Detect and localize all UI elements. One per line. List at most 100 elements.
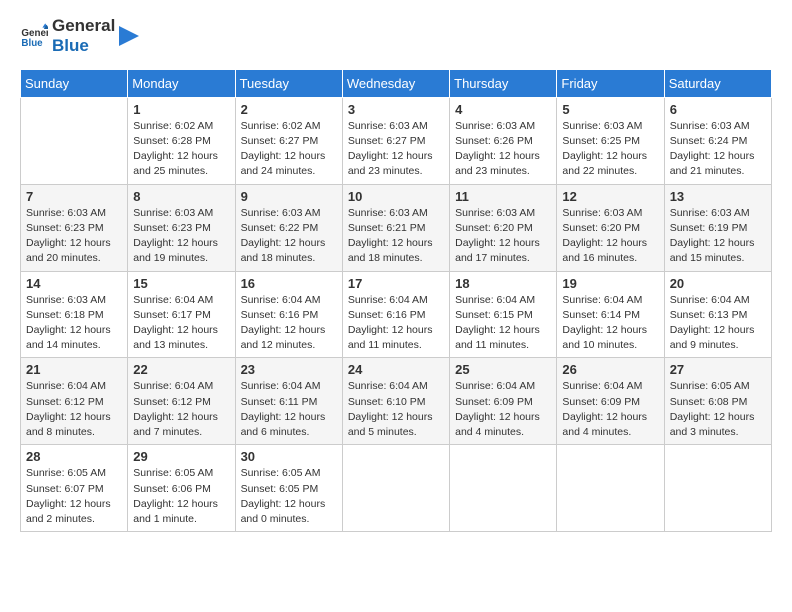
calendar-cell: 21Sunrise: 6:04 AM Sunset: 6:12 PM Dayli… <box>21 358 128 445</box>
calendar-cell: 14 Sunrise: 6:03 AM Sunset: 6:18 PM Dayli… <box>21 271 128 358</box>
weekday-header-cell: Tuesday <box>235 69 342 97</box>
calendar-cell: 8 Sunrise: 6:03 AM Sunset: 6:23 PM Daylig… <box>128 184 235 271</box>
calendar-cell: 18 Sunrise: 6:04 AM Sunset: 6:15 PM Dayli… <box>450 271 557 358</box>
day-info: Sunrise: 6:04 AM Sunset: 6:14 PM Dayligh… <box>562 293 658 354</box>
calendar-cell: 25 Sunrise: 6:04 AM Sunset: 6:09 PM Dayli… <box>450 358 557 445</box>
calendar-cell: 19 Sunrise: 6:04 AM Sunset: 6:14 PM Dayli… <box>557 271 664 358</box>
day-number: 18 <box>455 276 551 291</box>
day-number: 23 <box>241 362 337 377</box>
calendar-cell: 3Sunrise: 6:03 AM Sunset: 6:27 PM Daylig… <box>342 97 449 184</box>
weekday-header-row: SundayMondayTuesdayWednesdayThursdayFrid… <box>21 69 772 97</box>
calendar-cell: 30 Sunrise: 6:05 AM Sunset: 6:05 PM Dayli… <box>235 445 342 532</box>
weekday-header-cell: Saturday <box>664 69 771 97</box>
day-number: 22 <box>133 362 229 377</box>
day-info: Sunrise: 6:05 AM Sunset: 6:05 PM Dayligh… <box>241 466 337 527</box>
calendar-cell: 11 Sunrise: 6:03 AM Sunset: 6:20 PM Dayli… <box>450 184 557 271</box>
weekday-header-cell: Friday <box>557 69 664 97</box>
calendar-cell: 2Sunrise: 6:02 AM Sunset: 6:27 PM Daylig… <box>235 97 342 184</box>
day-number: 29 <box>133 449 229 464</box>
calendar-cell: 12Sunrise: 6:03 AM Sunset: 6:20 PM Dayli… <box>557 184 664 271</box>
day-number: 6 <box>670 102 766 117</box>
calendar-cell: 1Sunrise: 6:02 AM Sunset: 6:28 PM Daylig… <box>128 97 235 184</box>
day-number: 30 <box>241 449 337 464</box>
calendar-week-row: 14 Sunrise: 6:03 AM Sunset: 6:18 PM Dayli… <box>21 271 772 358</box>
day-info: Sunrise: 6:04 AM Sunset: 6:09 PM Dayligh… <box>455 379 551 440</box>
day-info: Sunrise: 6:05 AM Sunset: 6:08 PM Dayligh… <box>670 379 766 440</box>
calendar-cell: 9 Sunrise: 6:03 AM Sunset: 6:22 PM Daylig… <box>235 184 342 271</box>
day-number: 27 <box>670 362 766 377</box>
day-info: Sunrise: 6:03 AM Sunset: 6:23 PM Dayligh… <box>133 206 229 267</box>
day-info: Sunrise: 6:04 AM Sunset: 6:15 PM Dayligh… <box>455 293 551 354</box>
calendar-cell: 6 Sunrise: 6:03 AM Sunset: 6:24 PM Daylig… <box>664 97 771 184</box>
day-number: 14 <box>26 276 122 291</box>
calendar-cell: 5Sunrise: 6:03 AM Sunset: 6:25 PM Daylig… <box>557 97 664 184</box>
day-info: Sunrise: 6:03 AM Sunset: 6:18 PM Dayligh… <box>26 293 122 354</box>
calendar-cell <box>21 97 128 184</box>
day-info: Sunrise: 6:05 AM Sunset: 6:06 PM Dayligh… <box>133 466 229 527</box>
calendar-cell: 13 Sunrise: 6:03 AM Sunset: 6:19 PM Dayli… <box>664 184 771 271</box>
day-info: Sunrise: 6:04 AM Sunset: 6:12 PM Dayligh… <box>133 379 229 440</box>
day-number: 28 <box>26 449 122 464</box>
day-info: Sunrise: 6:03 AM Sunset: 6:21 PM Dayligh… <box>348 206 444 267</box>
logo-icon: General Blue <box>20 22 48 50</box>
calendar-cell: 24Sunrise: 6:04 AM Sunset: 6:10 PM Dayli… <box>342 358 449 445</box>
day-number: 21 <box>26 362 122 377</box>
day-number: 8 <box>133 189 229 204</box>
day-info: Sunrise: 6:03 AM Sunset: 6:24 PM Dayligh… <box>670 119 766 180</box>
day-info: Sunrise: 6:03 AM Sunset: 6:27 PM Dayligh… <box>348 119 444 180</box>
calendar-cell: 4Sunrise: 6:03 AM Sunset: 6:26 PM Daylig… <box>450 97 557 184</box>
day-number: 25 <box>455 362 551 377</box>
weekday-header-cell: Sunday <box>21 69 128 97</box>
day-info: Sunrise: 6:05 AM Sunset: 6:07 PM Dayligh… <box>26 466 122 527</box>
calendar-cell: 10 Sunrise: 6:03 AM Sunset: 6:21 PM Dayli… <box>342 184 449 271</box>
day-number: 1 <box>133 102 229 117</box>
calendar-cell: 27 Sunrise: 6:05 AM Sunset: 6:08 PM Dayli… <box>664 358 771 445</box>
calendar-cell <box>557 445 664 532</box>
calendar-week-row: 28 Sunrise: 6:05 AM Sunset: 6:07 PM Dayli… <box>21 445 772 532</box>
day-number: 17 <box>348 276 444 291</box>
calendar-cell <box>450 445 557 532</box>
calendar-cell: 26 Sunrise: 6:04 AM Sunset: 6:09 PM Dayli… <box>557 358 664 445</box>
calendar-cell: 22 Sunrise: 6:04 AM Sunset: 6:12 PM Dayli… <box>128 358 235 445</box>
day-number: 2 <box>241 102 337 117</box>
day-number: 7 <box>26 189 122 204</box>
logo-blue: Blue <box>52 36 115 56</box>
svg-text:Blue: Blue <box>21 38 43 49</box>
weekday-header-cell: Thursday <box>450 69 557 97</box>
day-number: 15 <box>133 276 229 291</box>
day-info: Sunrise: 6:03 AM Sunset: 6:26 PM Dayligh… <box>455 119 551 180</box>
day-number: 19 <box>562 276 658 291</box>
day-info: Sunrise: 6:04 AM Sunset: 6:16 PM Dayligh… <box>348 293 444 354</box>
day-number: 11 <box>455 189 551 204</box>
calendar-cell: 15 Sunrise: 6:04 AM Sunset: 6:17 PM Dayli… <box>128 271 235 358</box>
day-info: Sunrise: 6:04 AM Sunset: 6:17 PM Dayligh… <box>133 293 229 354</box>
page-header: General Blue General Blue <box>20 16 772 57</box>
calendar-cell <box>664 445 771 532</box>
calendar-body: 1Sunrise: 6:02 AM Sunset: 6:28 PM Daylig… <box>21 97 772 531</box>
calendar-week-row: 21 Sunrise: 6:04 AM Sunset: 6:12 PM Dayli… <box>21 358 772 445</box>
day-number: 26 <box>562 362 658 377</box>
day-info: Sunrise: 6:04 AM Sunset: 6:11 PM Dayligh… <box>241 379 337 440</box>
calendar-cell <box>342 445 449 532</box>
day-info: Sunrise: 6:04 AM Sunset: 6:13 PM Dayligh… <box>670 293 766 354</box>
calendar-cell: 20 Sunrise: 6:04 AM Sunset: 6:13 PM Dayli… <box>664 271 771 358</box>
day-info: Sunrise: 6:03 AM Sunset: 6:19 PM Dayligh… <box>670 206 766 267</box>
day-number: 10 <box>348 189 444 204</box>
logo-arrow-icon <box>119 26 139 46</box>
day-info: Sunrise: 6:04 AM Sunset: 6:10 PM Dayligh… <box>348 379 444 440</box>
calendar-cell: 16Sunrise: 6:04 AM Sunset: 6:16 PM Dayli… <box>235 271 342 358</box>
weekday-header-cell: Monday <box>128 69 235 97</box>
calendar-week-row: 1Sunrise: 6:02 AM Sunset: 6:28 PM Daylig… <box>21 97 772 184</box>
day-info: Sunrise: 6:04 AM Sunset: 6:09 PM Dayligh… <box>562 379 658 440</box>
logo-general: General <box>52 16 115 36</box>
day-info: Sunrise: 6:04 AM Sunset: 6:16 PM Dayligh… <box>241 293 337 354</box>
day-info: Sunrise: 6:03 AM Sunset: 6:22 PM Dayligh… <box>241 206 337 267</box>
logo: General Blue General Blue <box>20 16 139 57</box>
day-number: 9 <box>241 189 337 204</box>
day-number: 5 <box>562 102 658 117</box>
day-number: 13 <box>670 189 766 204</box>
day-info: Sunrise: 6:03 AM Sunset: 6:20 PM Dayligh… <box>455 206 551 267</box>
calendar-cell: 28 Sunrise: 6:05 AM Sunset: 6:07 PM Dayli… <box>21 445 128 532</box>
day-info: Sunrise: 6:03 AM Sunset: 6:20 PM Dayligh… <box>562 206 658 267</box>
day-number: 20 <box>670 276 766 291</box>
